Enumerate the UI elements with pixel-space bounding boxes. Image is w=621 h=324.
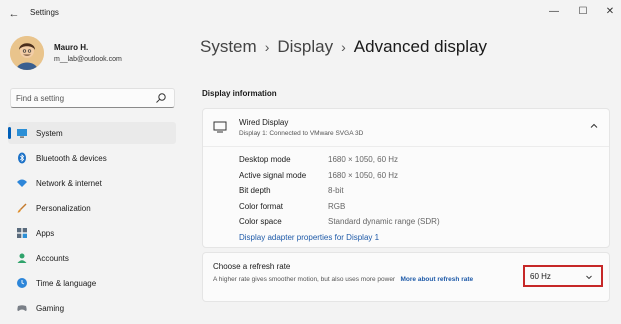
more-about-refresh-rate-link[interactable]: More about refresh rate bbox=[401, 276, 474, 283]
sidebar-item-personalization[interactable]: Personalization bbox=[8, 197, 176, 219]
chevron-down-icon bbox=[586, 275, 592, 280]
sidebar-item-accounts[interactable]: Accounts bbox=[8, 247, 176, 269]
sidebar-item-label: Apps bbox=[36, 229, 55, 238]
wifi-icon bbox=[17, 179, 27, 187]
globe-clock-icon bbox=[17, 278, 27, 288]
page-title: Advanced display bbox=[353, 37, 488, 56]
property-label: Active signal mode bbox=[239, 171, 307, 180]
title-bar: ← Settings — ☐ ✕ bbox=[0, 0, 621, 28]
user-name: Mauro H. bbox=[54, 43, 89, 52]
maximize-button[interactable]: ☐ bbox=[573, 4, 593, 20]
refresh-rate-dropdown[interactable]: 60 Hz bbox=[523, 265, 603, 287]
property-value: RGB bbox=[328, 202, 346, 211]
sidebar-item-label: Gaming bbox=[36, 304, 65, 313]
sidebar-item-label: System bbox=[36, 129, 63, 138]
property-value: 1680 × 1050, 60 Hz bbox=[328, 171, 399, 180]
sidebar-item-bluetooth[interactable]: Bluetooth & devices bbox=[8, 147, 176, 169]
sidebar-item-system[interactable]: System bbox=[8, 122, 176, 144]
bluetooth-icon bbox=[18, 152, 26, 164]
user-email: m__lab@outlook.com bbox=[54, 56, 122, 63]
breadcrumb: System › Display › Advanced display bbox=[200, 37, 487, 57]
display-subtitle: Display 1: Connected to VMware SVGA 3D bbox=[239, 130, 364, 137]
sidebar-item-label: Time & language bbox=[36, 279, 97, 288]
sidebar-item-network[interactable]: Network & internet bbox=[8, 172, 176, 194]
property-label: Color space bbox=[239, 217, 282, 226]
avatar[interactable] bbox=[10, 36, 44, 70]
gaming-icon bbox=[17, 305, 27, 311]
breadcrumb-display[interactable]: Display bbox=[277, 37, 333, 56]
display-adapter-properties-link[interactable]: Display adapter properties for Display 1 bbox=[239, 233, 379, 242]
chevron-up-icon[interactable] bbox=[589, 121, 599, 131]
property-value: 8-bit bbox=[328, 186, 344, 195]
display-info-card: Wired Display Display 1: Connected to VM… bbox=[202, 108, 610, 248]
sidebar-item-gaming[interactable]: Gaming bbox=[8, 297, 176, 319]
property-value: 1680 × 1050, 60 Hz bbox=[328, 155, 399, 164]
monitor-icon bbox=[213, 121, 227, 133]
search-icon[interactable] bbox=[155, 92, 167, 104]
sidebar-item-label: Personalization bbox=[36, 204, 91, 213]
property-label: Desktop mode bbox=[239, 155, 291, 164]
display-card-header[interactable]: Wired Display Display 1: Connected to VM… bbox=[203, 109, 609, 147]
system-icon bbox=[17, 129, 27, 138]
accounts-icon bbox=[17, 253, 27, 263]
brush-icon bbox=[17, 203, 27, 213]
search-box[interactable] bbox=[10, 88, 175, 108]
refresh-rate-selected: 60 Hz bbox=[530, 272, 551, 281]
apps-icon bbox=[17, 228, 27, 238]
sidebar-item-label: Network & internet bbox=[36, 179, 102, 188]
property-label: Color format bbox=[239, 202, 284, 211]
refresh-rate-description: A higher rate gives smoother motion, but… bbox=[213, 274, 513, 285]
minimize-button[interactable]: — bbox=[544, 4, 564, 20]
breadcrumb-separator: › bbox=[264, 39, 270, 55]
app-title: Settings bbox=[30, 8, 59, 17]
property-label: Bit depth bbox=[239, 186, 271, 195]
sidebar-item-label: Accounts bbox=[36, 254, 69, 263]
active-indicator bbox=[8, 127, 11, 139]
close-button[interactable]: ✕ bbox=[600, 4, 620, 20]
display-name: Wired Display bbox=[239, 118, 289, 127]
search-input[interactable] bbox=[16, 92, 156, 105]
breadcrumb-separator: › bbox=[341, 39, 346, 55]
back-arrow-icon[interactable]: ← bbox=[6, 6, 22, 22]
section-title: Display information bbox=[202, 89, 277, 98]
refresh-rate-card: Choose a refresh rate A higher rate give… bbox=[202, 252, 610, 302]
refresh-rate-description-text: A higher rate gives smoother motion, but… bbox=[213, 276, 396, 283]
sidebar-item-apps[interactable]: Apps bbox=[8, 222, 176, 244]
breadcrumb-system[interactable]: System bbox=[200, 37, 257, 56]
refresh-rate-title: Choose a refresh rate bbox=[213, 262, 291, 271]
sidebar-item-label: Bluetooth & devices bbox=[36, 154, 107, 163]
sidebar-item-time-language[interactable]: Time & language bbox=[8, 272, 176, 294]
property-value: Standard dynamic range (SDR) bbox=[328, 217, 440, 226]
